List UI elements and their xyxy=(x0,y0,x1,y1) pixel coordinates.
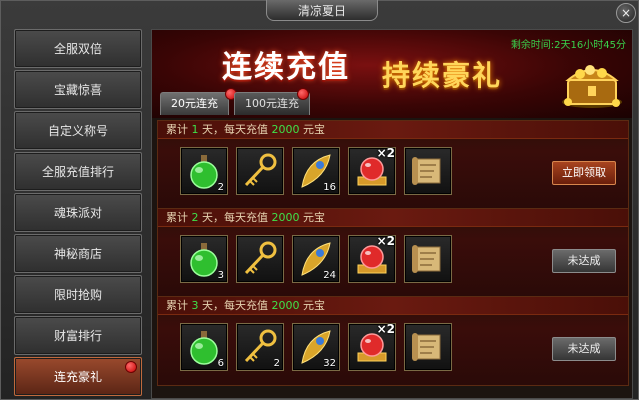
treasure-chest-icon xyxy=(562,65,622,108)
sidebar-item-double-exp[interactable]: 全服双倍 xyxy=(14,29,142,68)
reward-row: 累计 2 天，每天充值 2000 元宝 3 24 ×2 未达成 xyxy=(157,208,629,298)
tab-label: 100元连充 xyxy=(245,97,299,110)
row-prefix: 累计 xyxy=(166,123,188,136)
item-count: 6 xyxy=(217,358,224,369)
reward-slot[interactable]: ×2 xyxy=(348,322,396,371)
sidebar-item-label: 财富排行 xyxy=(53,329,102,343)
row-suffix: 元宝 xyxy=(303,299,325,312)
sidebar-item-soul-party[interactable]: 魂珠派对 xyxy=(14,193,142,232)
row-days: 2 xyxy=(191,211,199,224)
sidebar-item-label: 连充豪礼 xyxy=(53,370,102,384)
row-amount: 2000 xyxy=(271,211,300,224)
reward-slot[interactable] xyxy=(236,235,284,283)
reward-row: 累计 3 天，每天充值 2000 元宝 6 2 32 ×2 未达成 xyxy=(157,296,629,386)
reward-slot[interactable] xyxy=(404,323,452,371)
reward-slot[interactable]: 24 xyxy=(292,235,340,283)
row-amount: 2000 xyxy=(271,299,300,312)
reward-row: 累计 1 天，每天充值 2000 元宝 2 16 ×2 立即领取 xyxy=(157,120,629,210)
sidebar-item-label: 限时抢购 xyxy=(53,288,102,302)
sidebar-item-flash-sale[interactable]: 限时抢购 xyxy=(14,275,142,314)
row-suffix: 元宝 xyxy=(303,123,325,136)
not-reached-button[interactable]: 未达成 xyxy=(552,249,616,273)
item-count: 16 xyxy=(323,182,336,193)
sidebar-item-label: 宝藏惊喜 xyxy=(53,83,102,97)
sidebar-item-label: 自定义称号 xyxy=(47,124,108,138)
reward-slot[interactable]: 2 xyxy=(180,147,228,195)
scroll-icon xyxy=(412,333,441,361)
item-count: 2 xyxy=(217,182,224,193)
item-count: 2 xyxy=(273,358,280,369)
golden-key-icon xyxy=(244,153,277,187)
item-multiplier: ×2 xyxy=(376,322,395,336)
notification-dot xyxy=(297,88,309,100)
row-header: 累计 3 天，每天充值 2000 元宝 xyxy=(158,297,628,315)
scroll-icon xyxy=(412,157,441,185)
sidebar-item-continuous-recharge[interactable]: 连充豪礼 xyxy=(14,357,142,396)
banner: 连续充值 持续豪礼 剩余时间:2天16小时45分 20元连充 100元连充 xyxy=(152,30,632,118)
item-multiplier: ×2 xyxy=(376,146,395,160)
reward-slot[interactable]: 16 xyxy=(292,147,340,195)
tab-20-yuan[interactable]: 20元连充 xyxy=(160,92,229,115)
reward-slot[interactable] xyxy=(404,147,452,195)
main-panel: 连续充值 持续豪礼 剩余时间:2天16小时45分 20元连充 100元连充 累计… xyxy=(151,29,633,399)
window-title: 清凉夏日 xyxy=(266,0,378,21)
reward-slot[interactable]: 2 xyxy=(236,323,284,371)
row-prefix: 累计 xyxy=(166,211,188,224)
sidebar-item-label: 全服双倍 xyxy=(53,42,102,56)
row-amount: 2000 xyxy=(271,123,300,136)
reward-slot[interactable]: ×2 xyxy=(348,146,396,195)
reward-slot[interactable] xyxy=(236,147,284,195)
reward-slot[interactable]: 32 xyxy=(292,323,340,371)
row-mid: 天，每天充值 xyxy=(202,299,268,312)
sidebar-item-custom-title[interactable]: 自定义称号 xyxy=(14,111,142,150)
sidebar-item-mystery-shop[interactable]: 神秘商店 xyxy=(14,234,142,273)
sidebar-item-label: 魂珠派对 xyxy=(53,206,102,220)
sidebar-item-label: 神秘商店 xyxy=(53,247,102,261)
row-days: 1 xyxy=(191,123,199,136)
reward-slot[interactable]: 6 xyxy=(180,323,228,371)
notification-dot xyxy=(125,361,137,373)
scroll-icon xyxy=(412,245,441,273)
reward-slot[interactable]: ×2 xyxy=(348,234,396,283)
reward-slot[interactable] xyxy=(404,235,452,283)
sidebar-item-wealth-rank[interactable]: 财富排行 xyxy=(14,316,142,355)
sidebar-item-treasure[interactable]: 宝藏惊喜 xyxy=(14,70,142,109)
sidebar-item-label: 全服充值排行 xyxy=(41,165,114,179)
close-button[interactable]: × xyxy=(616,3,636,23)
reward-slot[interactable]: 3 xyxy=(180,235,228,283)
row-mid: 天，每天充值 xyxy=(202,123,268,136)
row-header: 累计 2 天，每天充值 2000 元宝 xyxy=(158,209,628,227)
row-header: 累计 1 天，每天充值 2000 元宝 xyxy=(158,121,628,139)
sidebar-item-recharge-rank[interactable]: 全服充值排行 xyxy=(14,152,142,191)
item-count: 24 xyxy=(323,270,336,281)
sidebar: 全服双倍 宝藏惊喜 自定义称号 全服充值排行 魂珠派对 神秘商店 限时抢购 财富… xyxy=(14,29,142,397)
item-multiplier: ×2 xyxy=(376,234,395,248)
claim-button[interactable]: 立即领取 xyxy=(552,161,616,185)
countdown-timer: 剩余时间:2天16小时45分 xyxy=(510,40,626,51)
banner-title-2: 持续豪礼 xyxy=(382,59,503,92)
tab-label: 20元连充 xyxy=(171,97,218,110)
golden-key-icon xyxy=(244,241,277,275)
event-window: 清凉夏日 × 全服双倍 宝藏惊喜 自定义称号 全服充值排行 魂珠派对 神秘商店 … xyxy=(0,0,639,400)
row-days: 3 xyxy=(191,299,199,312)
item-count: 32 xyxy=(323,358,336,369)
not-reached-button[interactable]: 未达成 xyxy=(552,337,616,361)
row-mid: 天，每天充值 xyxy=(202,211,268,224)
row-prefix: 累计 xyxy=(166,299,188,312)
row-suffix: 元宝 xyxy=(303,211,325,224)
banner-title-1: 连续充值 xyxy=(222,50,350,85)
item-count: 3 xyxy=(217,270,224,281)
